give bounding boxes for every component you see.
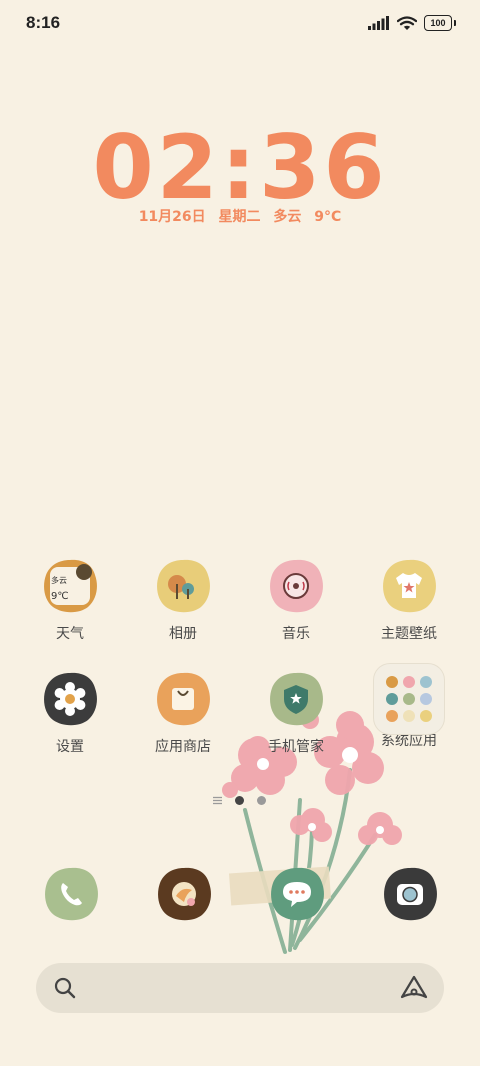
app-label: 相册 [169,626,197,642]
app-store[interactable]: 应用商店 [128,671,238,756]
app-themes[interactable]: 主题壁纸 [354,558,464,643]
browser-icon [158,867,211,921]
page-list-icon[interactable] [213,796,222,805]
app-label: 主题壁纸 [381,626,437,642]
weather-icon: 多云 9℃ [42,558,98,614]
app-gallery[interactable]: 相册 [128,558,238,643]
system-apps-folder-icon [374,664,444,734]
dock-messages[interactable] [269,866,325,922]
app-label: 音乐 [282,626,310,642]
themes-icon [381,558,437,614]
page-indicator[interactable] [213,796,266,805]
app-folder-system[interactable]: 系统应用 [354,664,464,750]
settings-icon [42,671,98,727]
music-icon [268,558,324,614]
messages-icon [271,867,324,921]
app-label: 天气 [56,626,84,642]
app-security[interactable]: 手机管家 [241,671,351,756]
security-icon [268,671,324,727]
battery-icon: 100 [424,15,456,31]
page-dot-active[interactable] [235,796,244,805]
dock-camera[interactable] [382,866,438,922]
status-icons: 100 [368,15,456,31]
app-store-icon [155,671,211,727]
app-label: 设置 [56,739,84,755]
search-icon [54,977,76,999]
signal-icon [368,16,389,30]
gallery-icon [155,558,211,614]
app-settings[interactable]: 设置 [15,671,125,756]
wifi-icon [397,15,417,30]
dock-phone[interactable] [43,866,99,922]
app-weather[interactable]: 多云 9℃ 天气 [15,558,125,643]
clock-time: 02:36 [92,116,388,219]
page-dot[interactable] [257,796,266,805]
phone-icon [45,867,98,921]
weather-widget-temp: 9℃ [51,591,69,602]
dock-browser[interactable] [156,866,212,922]
assistant-icon[interactable] [400,975,428,1001]
clock-widget[interactable]: 02:36 11月26日 星期二 多云 9°C [0,122,480,226]
status-time: 8:16 [26,13,61,32]
app-music[interactable]: 音乐 [241,558,351,643]
search-bar[interactable] [36,963,444,1013]
app-label: 手机管家 [268,739,324,755]
app-label: 应用商店 [155,739,211,755]
clock-date: 11月26日 星期二 多云 9°C [138,209,342,225]
status-bar: 8:16 100 [0,0,480,50]
camera-icon [384,867,437,921]
weather-widget-text: 多云 [51,576,67,585]
